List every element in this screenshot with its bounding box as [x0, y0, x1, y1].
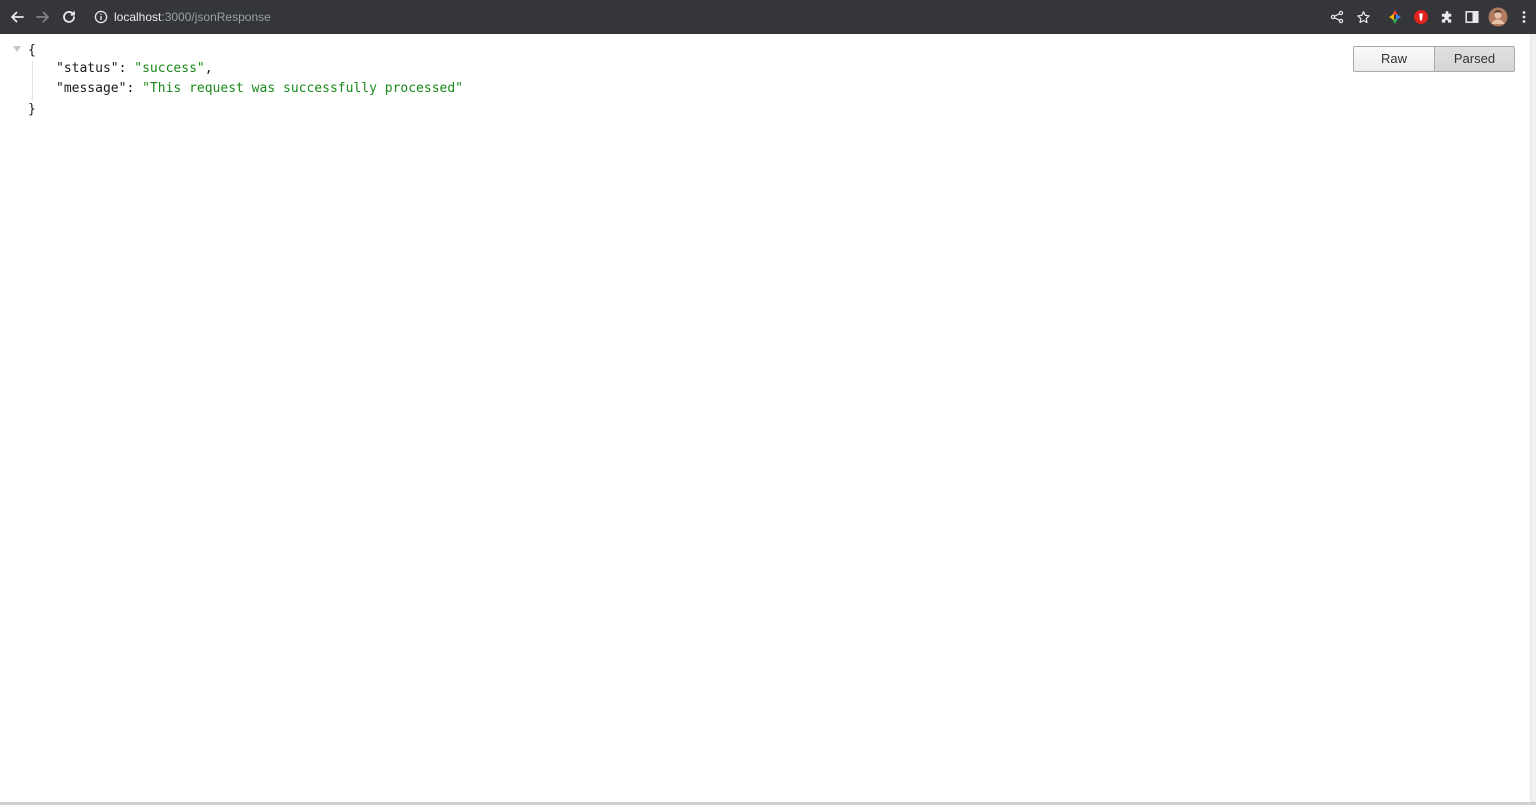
json-key: "message": [56, 81, 127, 96]
json-open-brace: {: [28, 43, 36, 58]
json-comma: ,: [204, 61, 213, 76]
back-icon[interactable]: [7, 7, 27, 27]
puzzle-extensions-icon[interactable]: [1439, 9, 1455, 25]
address-bar[interactable]: localhost:3000/jsonResponse: [86, 4, 1380, 30]
share-icon[interactable]: [1329, 9, 1345, 25]
side-panel-icon[interactable]: [1464, 9, 1480, 25]
json-close-brace: }: [28, 102, 36, 117]
more-menu-icon[interactable]: [1516, 9, 1532, 25]
page-content: { "status": "success", "message": "This …: [0, 34, 1530, 805]
parsed-view-button[interactable]: Parsed: [1435, 47, 1514, 71]
bookmark-star-icon[interactable]: [1355, 9, 1371, 25]
vertical-scrollbar[interactable]: [1530, 34, 1536, 805]
json-indent-guide: [32, 61, 33, 101]
view-mode-toggle: Raw Parsed: [1353, 46, 1515, 72]
red-extension-icon[interactable]: [1413, 9, 1429, 25]
color-extension-icon[interactable]: [1387, 9, 1403, 25]
url-host: localhost: [114, 10, 162, 24]
reload-icon[interactable]: [59, 7, 79, 27]
json-separator: :: [126, 81, 143, 96]
raw-view-button[interactable]: Raw: [1354, 47, 1435, 71]
json-string-value: "success": [134, 61, 205, 76]
browser-toolbar: localhost:3000/jsonResponse: [0, 0, 1536, 34]
json-entry-status: "status": "success",: [56, 60, 213, 78]
collapse-toggle-icon[interactable]: [13, 46, 21, 52]
json-entry-message: "message": "This request was successfull…: [56, 80, 463, 98]
profile-avatar[interactable]: [1488, 7, 1508, 27]
json-key: "status": [56, 61, 119, 76]
json-string-value: "This request was successfully processed…: [142, 81, 464, 96]
site-info-icon[interactable]: [94, 10, 108, 24]
url-text[interactable]: localhost:3000/jsonResponse: [114, 9, 271, 25]
forward-icon[interactable]: [33, 7, 53, 27]
json-separator: :: [118, 61, 135, 76]
url-path: :3000/jsonResponse: [161, 10, 271, 24]
